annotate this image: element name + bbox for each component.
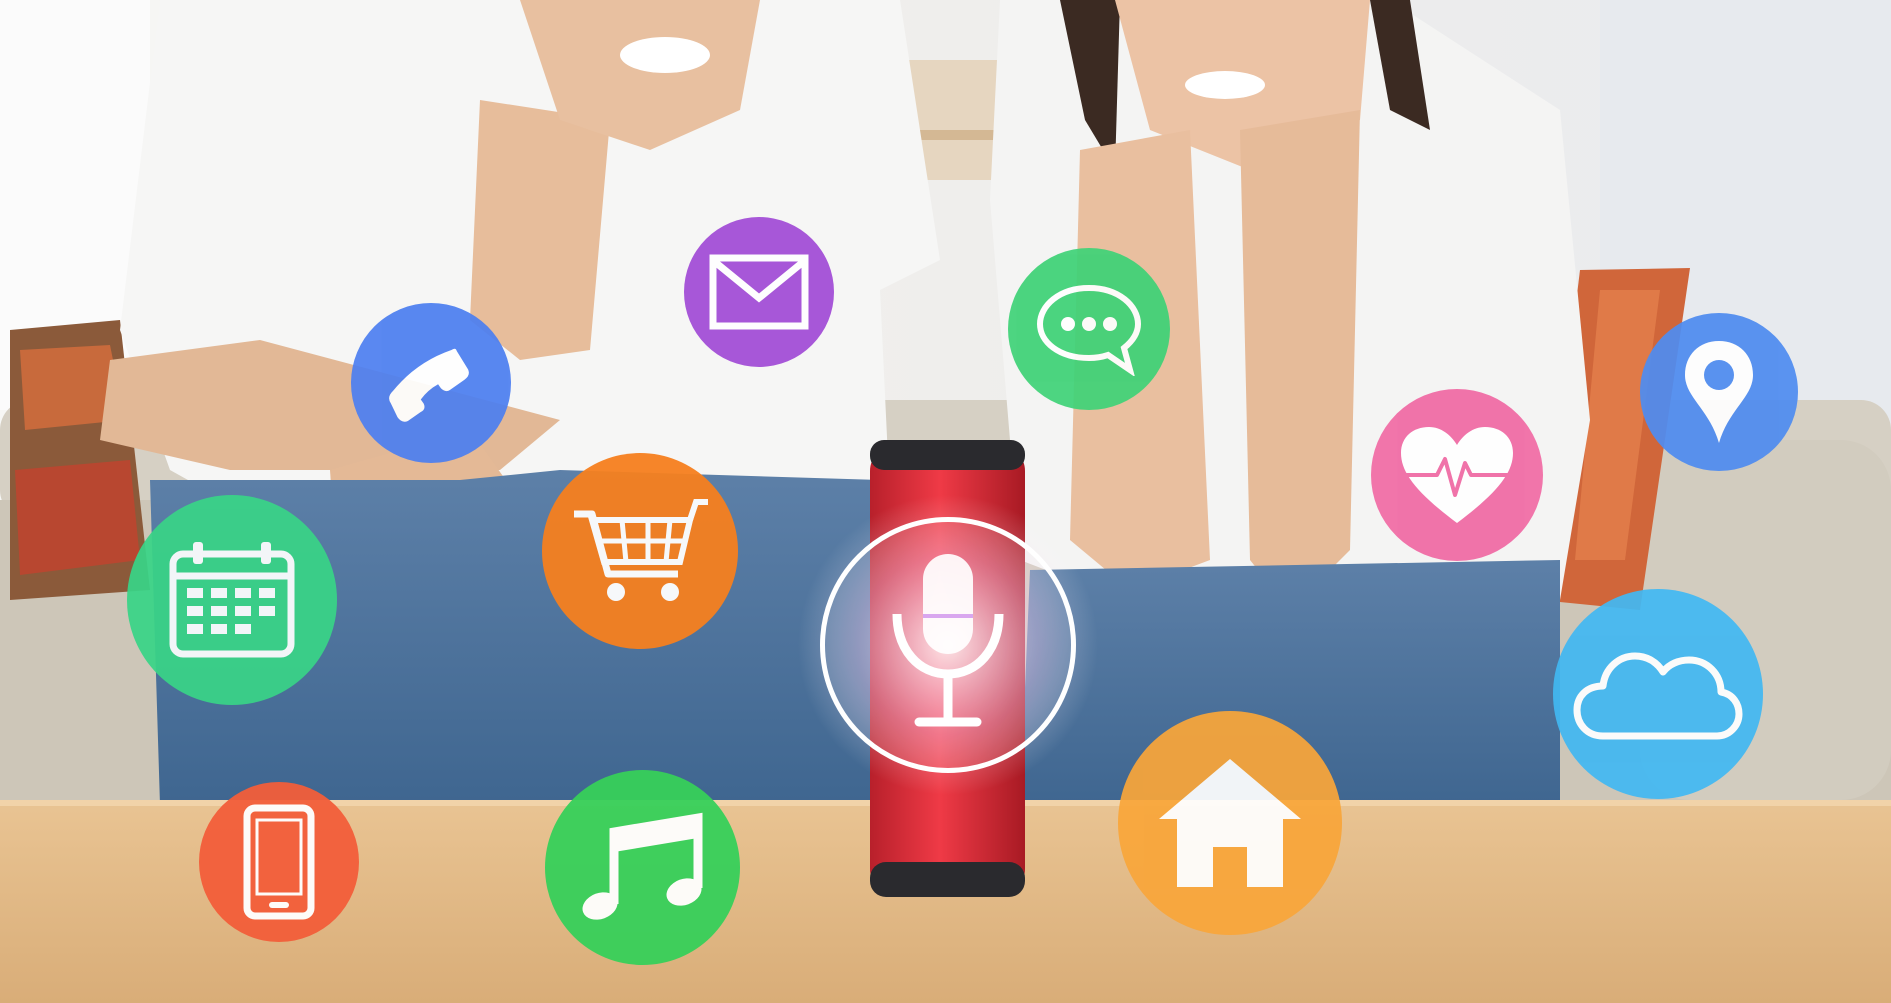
shopping-cart-icon (542, 453, 738, 649)
calendar-icon (127, 495, 337, 705)
chat-icon (1008, 248, 1170, 410)
music-note-icon (545, 770, 740, 965)
mail-icon (684, 217, 834, 367)
cloud-icon (1553, 589, 1763, 799)
phone-icon (351, 303, 511, 463)
smartphone-icon (199, 782, 359, 942)
home-icon (1118, 711, 1342, 935)
heart-rate-icon (1371, 389, 1543, 561)
location-pin-icon (1640, 313, 1798, 471)
microphone-icon (820, 517, 1076, 773)
smart-speaker-scene (0, 0, 1891, 1003)
